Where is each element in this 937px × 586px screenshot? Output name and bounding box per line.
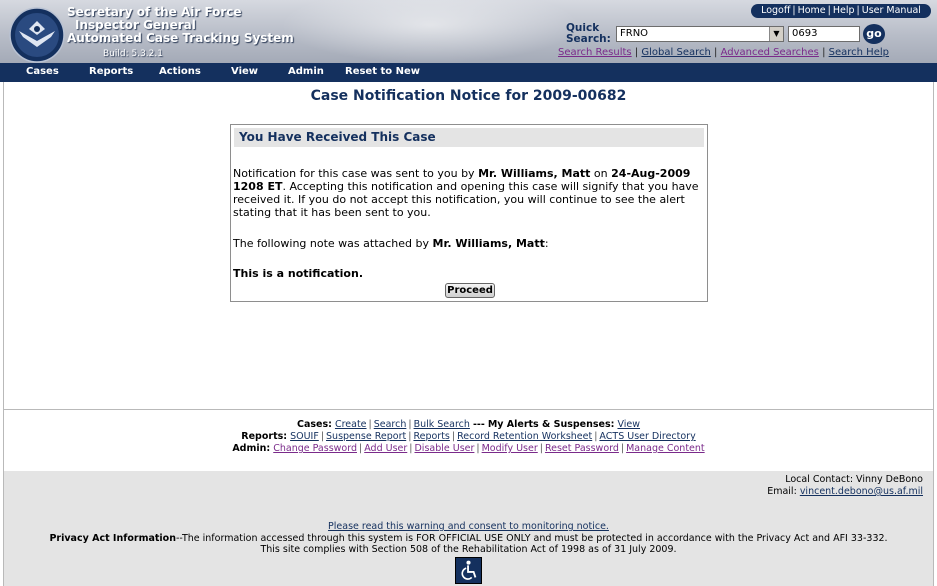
privacy-act-info: Privacy Act Information--The information… [0,533,937,555]
page-title: Case Notification Notice for 2009-00682 [310,88,627,104]
manage-content-link[interactable]: Manage Content [626,443,705,454]
search-help-link[interactable]: Search Help [829,47,889,58]
nav-reset-to-new[interactable]: Reset to New [345,66,420,77]
privacy-label: Privacy Act Information [49,533,176,544]
modify-user-link[interactable]: Modify User [482,443,538,454]
user-directory-link[interactable]: ACTS User Directory [599,431,695,442]
search-results-link[interactable]: Search Results [558,47,632,58]
warning-notice: Please read this warning and consent to … [0,521,937,532]
quick-search-label: Quick Search: [566,22,611,45]
nav-reports[interactable]: Reports [89,66,133,77]
search-type-value: FRNO [620,28,649,39]
search-link[interactable]: Search [374,419,407,430]
reset-password-link[interactable]: Reset Password [545,443,619,454]
note-text: This is a notification. [233,267,363,280]
org-title-line3: Automated Case Tracking System [67,31,294,45]
create-link[interactable]: Create [335,419,367,430]
app-title-block: Secretary of the Air Force Inspector Gen… [67,6,294,45]
accessibility-icon[interactable] [455,557,482,584]
dropdown-arrow-icon[interactable]: ▼ [769,27,783,41]
notification-panel: You Have Received This Case Notification… [230,124,708,302]
nav-view[interactable]: View [231,66,258,77]
alerts-view-link[interactable]: View [617,419,640,430]
search-links: Search Results | Global Search | Advance… [558,47,889,58]
bulk-search-link[interactable]: Bulk Search [414,419,470,430]
local-contact-name: Local Contact: Vinny DeBono [785,474,923,485]
nav-actions[interactable]: Actions [159,66,201,77]
note-intro: The following note was attached by Mr. W… [233,237,549,250]
record-retention-link[interactable]: Record Retention Worksheet [457,431,592,442]
app-header: Secretary of the Air Force Inspector Gen… [0,0,937,63]
change-password-link[interactable]: Change Password [273,443,357,454]
sender-name: Mr. Williams, Matt [478,167,591,180]
nav-cases[interactable]: Cases [26,66,59,77]
air-force-seal-icon [9,7,65,63]
footer-admin-links: Admin: Change Password | Add User | Disable … [232,443,705,454]
contact-email-link[interactable]: vincent.debono@us.af.mil [800,486,923,497]
notification-heading: You Have Received This Case [234,128,704,147]
disable-user-link[interactable]: Disable User [414,443,474,454]
go-button[interactable]: go [863,24,885,44]
user-manual-link[interactable]: User Manual [862,5,921,16]
help-link[interactable]: Help [833,5,855,16]
search-type-select[interactable]: FRNO ▼ [616,26,784,42]
build-version: Build: 5.3.2.1 [103,49,163,59]
footer-divider [4,409,933,410]
notification-message: Notification for this case was sent to y… [233,167,699,219]
header-highlight [280,0,580,63]
home-link[interactable]: Home [798,5,826,16]
logoff-link[interactable]: Logoff [761,5,790,16]
top-links-bar: Logoff | Home | Help | User Manual [751,4,931,18]
add-user-link[interactable]: Add User [364,443,407,454]
reports-link[interactable]: Reports [413,431,449,442]
souif-link[interactable]: SOUIF [290,431,319,442]
nav-admin[interactable]: Admin [288,66,324,77]
local-contact: Local Contact: Vinny DeBono Email: vince… [767,474,923,497]
suspense-report-link[interactable]: Suspense Report [326,431,406,442]
section-508-statement: This site complies with Section 508 of t… [260,544,677,555]
main-nav: Cases Reports Actions View Admin Reset t… [0,63,937,82]
global-search-link[interactable]: Global Search [641,47,710,58]
footer-cases-links: Cases: Create | Search | Bulk Search --- My … [296,419,641,430]
footer-reports-links: Reports: SOUIF | Suspense Report | Reports | R… [241,431,696,442]
note-sender: Mr. Williams, Matt [432,237,545,250]
proceed-button[interactable]: Proceed [445,283,495,298]
advanced-searches-link[interactable]: Advanced Searches [721,47,819,58]
monitoring-notice-link[interactable]: Please read this warning and consent to … [328,521,609,532]
quick-search-input[interactable]: 0693 [788,26,860,42]
